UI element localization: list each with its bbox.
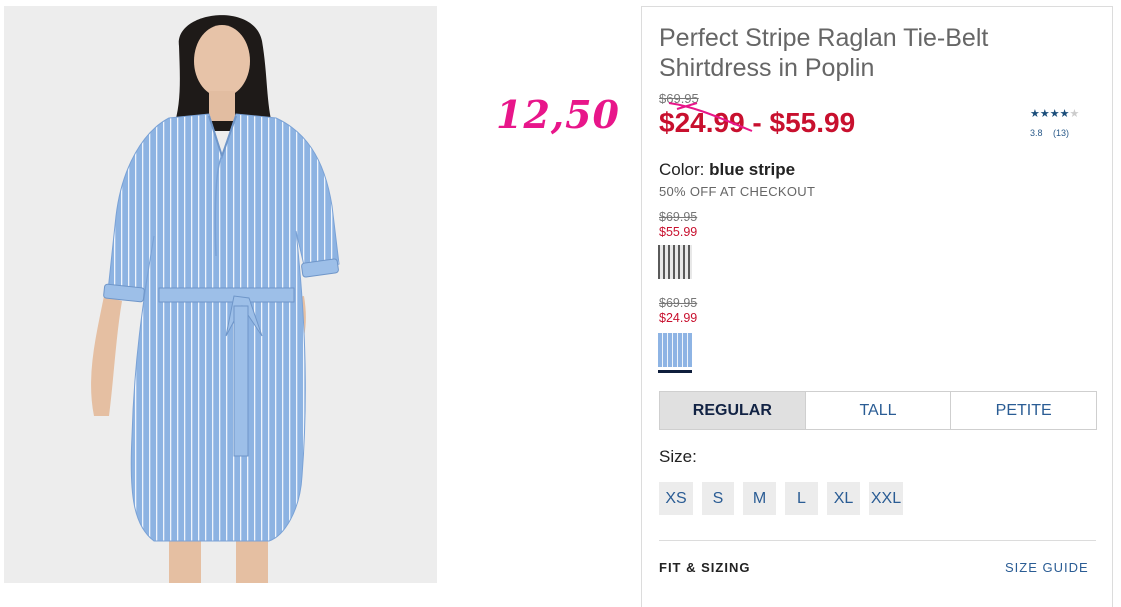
size-button-xxl[interactable]: XXL [869, 482, 903, 515]
color-label: Color: [659, 160, 705, 179]
star-icon: ★ [1059, 108, 1070, 120]
tab-tall[interactable]: TALL [804, 392, 951, 429]
promo-text: 50% OFF AT CHECKOUT [659, 184, 816, 199]
swatch-sale-price: $24.99 [659, 311, 698, 325]
size-button-xs[interactable]: XS [659, 482, 693, 515]
size-guide-link[interactable]: SIZE GUIDE [1005, 560, 1089, 575]
model-in-dress-illustration [4, 6, 437, 583]
selected-swatch-indicator [658, 370, 692, 373]
tab-regular[interactable]: REGULAR [660, 392, 805, 429]
product-rating[interactable]: ★★★★★ 3.8 (13) [1030, 107, 1079, 138]
swatch-price-blue: $69.95 $24.99 [659, 296, 697, 326]
fit-tabs: REGULAR TALL PETITE [659, 391, 1097, 430]
product-info-panel: Perfect Stripe Raglan Tie-Belt Shirtdres… [641, 6, 1113, 607]
product-title: Perfect Stripe Raglan Tie-Belt Shirtdres… [659, 24, 989, 82]
color-selection: Color: blue stripe [659, 160, 795, 180]
star-empty-icon: ★ [1069, 108, 1080, 120]
swatch-sale-price: $55.99 [659, 225, 698, 239]
size-button-l[interactable]: L [785, 482, 818, 515]
size-options: XS S M L XL XXL [659, 482, 912, 515]
fit-and-sizing-heading[interactable]: FIT & SIZING [659, 560, 750, 575]
star-icon: ★ [1039, 108, 1050, 120]
size-button-xl[interactable]: XL [827, 482, 860, 515]
color-swatch-blue-stripe[interactable] [658, 333, 692, 367]
color-value: blue stripe [709, 160, 796, 179]
size-button-m[interactable]: M [743, 482, 776, 515]
swatch-original-price: $69.95 [659, 296, 698, 310]
rating-score: 3.8 [1030, 128, 1043, 138]
tab-petite[interactable]: PETITE [950, 392, 1096, 429]
product-image[interactable] [4, 6, 437, 583]
swatch-original-price: $69.95 [659, 210, 698, 224]
handwritten-price-note: 12,50 [496, 92, 620, 137]
color-swatch-gray-stripe[interactable] [658, 245, 692, 279]
swatch-price-gray: $69.95 $55.99 [659, 210, 697, 240]
star-icon: ★ [1030, 108, 1040, 120]
rating-count[interactable]: (13) [1053, 128, 1069, 138]
rating-stars: ★★★★★ [1030, 107, 1079, 120]
sale-price-range: $24.99 - $55.99 [659, 102, 855, 139]
section-divider [659, 540, 1096, 541]
pink-strikethrough-scribble [668, 102, 753, 132]
star-icon: ★ [1049, 108, 1060, 120]
size-label: Size: [659, 447, 697, 466]
size-button-s[interactable]: S [702, 482, 734, 515]
